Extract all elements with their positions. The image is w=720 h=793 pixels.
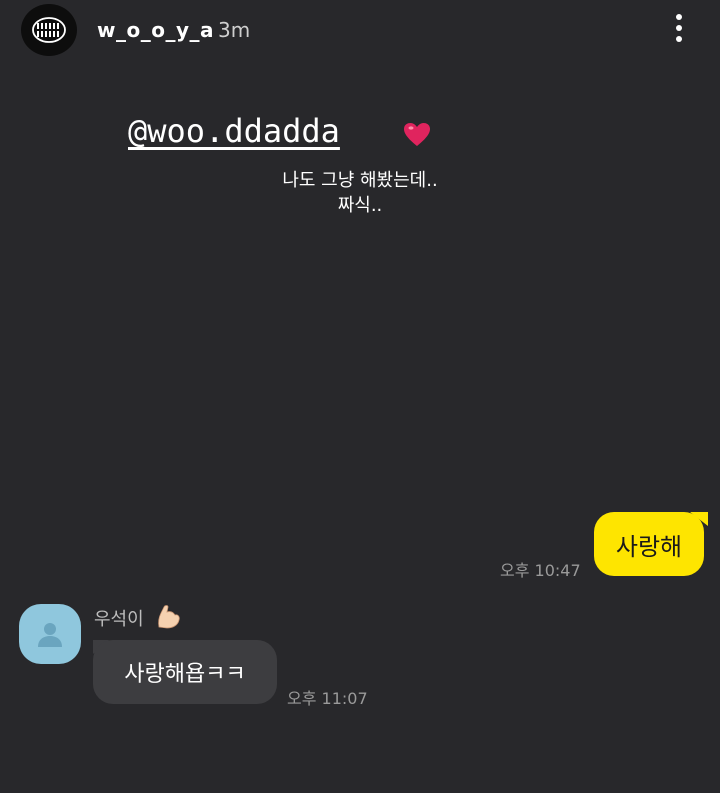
default-profile-icon xyxy=(38,623,62,647)
sent-message-time: 오후 10:47 xyxy=(500,561,581,580)
received-message-bubble[interactable]: 사랑해욥ㅋㅋ xyxy=(93,640,277,704)
sent-message-text: 사랑해 xyxy=(615,532,683,561)
sent-message-bubble[interactable]: 사랑해 xyxy=(594,512,704,576)
heart-icon xyxy=(404,123,430,146)
more-options-icon[interactable] xyxy=(664,12,694,44)
flexed-biceps-icon xyxy=(158,605,180,629)
received-message-time: 오후 11:07 xyxy=(287,689,368,708)
story-header: w_o_o_y_a 3m xyxy=(0,0,720,60)
brand-logo-icon xyxy=(32,17,66,43)
story-username[interactable]: w_o_o_y_a xyxy=(97,18,214,42)
received-message-text: 사랑해욥ㅋㅋ xyxy=(124,662,246,687)
story-caption: 나도 그냥 해봤는데.. 짜식.. xyxy=(282,170,438,216)
story-time-ago: 3m xyxy=(218,18,251,42)
friend-avatar[interactable] xyxy=(19,604,81,664)
profile-avatar[interactable] xyxy=(21,4,77,56)
mention-sticker[interactable]: @woo.ddadda xyxy=(128,112,340,150)
friend-name: 우석이 xyxy=(94,609,144,630)
